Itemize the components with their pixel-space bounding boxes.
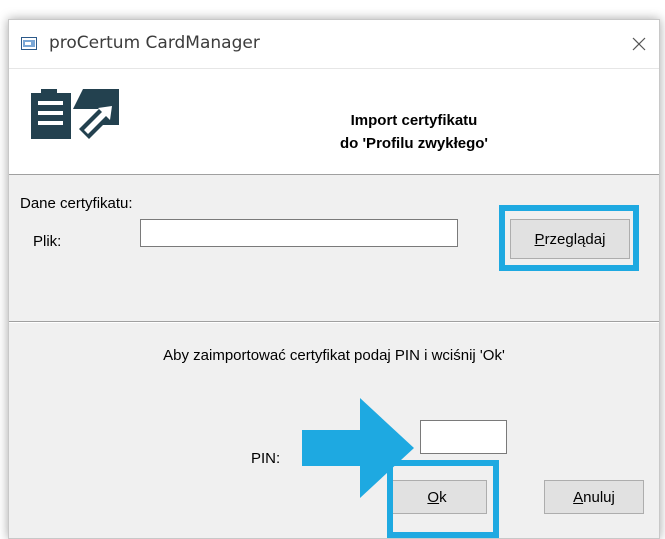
section-divider [9, 321, 659, 323]
file-path-input[interactable] [140, 219, 458, 247]
cancel-accel: A [573, 488, 584, 506]
certificate-document-icon [31, 89, 119, 139]
file-label: Plik: [33, 233, 62, 250]
ok-accel: O [427, 488, 440, 506]
close-icon [632, 37, 646, 51]
header-panel: Import certyfikatu do 'Profilu zwykłego' [9, 68, 659, 175]
cancel-button[interactable]: Anuluj [544, 480, 644, 514]
browse-button[interactable]: Przeglądaj [510, 219, 630, 259]
close-button[interactable] [619, 20, 659, 68]
dialog-window: proCertum CardManager Import certyfikatu… [8, 19, 660, 539]
window-title: proCertum CardManager [49, 33, 260, 53]
ok-button[interactable]: Ok [387, 480, 487, 514]
header-title-line2: do 'Profilu zwykłego' [340, 135, 488, 152]
cancel-label: nuluj [583, 488, 615, 506]
ok-label: k [439, 488, 447, 506]
pin-instruction: Aby zaimportować certyfikat podaj PIN i … [163, 347, 505, 364]
browse-label: rzeglądaj [544, 230, 606, 248]
header-title: Import certyfikatu do 'Profilu zwykłego' [264, 109, 564, 155]
browse-accel: P [534, 230, 545, 248]
card-reader-icon [21, 37, 37, 50]
certificate-group-label: Dane certyfikatu: [20, 195, 133, 212]
pin-input[interactable] [420, 420, 507, 454]
header-title-line1: Import certyfikatu [350, 112, 478, 129]
title-bar[interactable]: proCertum CardManager [9, 20, 659, 68]
pin-label: PIN: [251, 450, 281, 467]
